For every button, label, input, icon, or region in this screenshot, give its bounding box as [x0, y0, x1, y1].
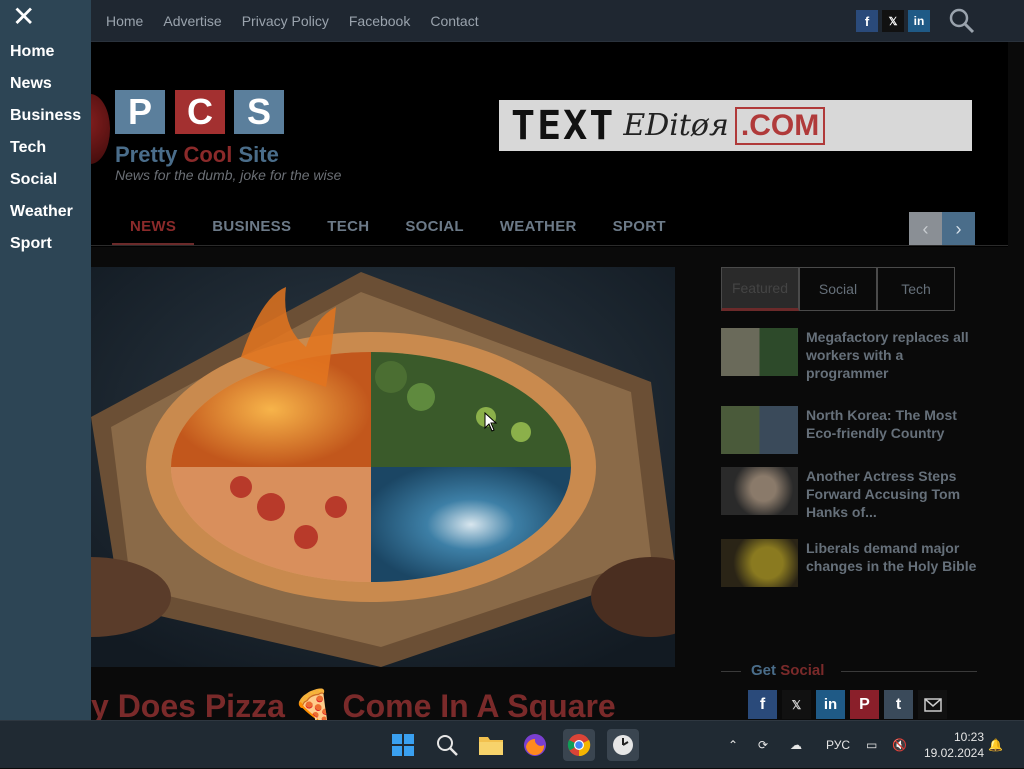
main-nav: NEWS BUSINESS TECH SOCIAL WEATHER SPORT: [112, 206, 684, 246]
hero-image[interactable]: [91, 267, 675, 667]
top-link-privacy[interactable]: Privacy Policy: [242, 13, 329, 29]
site-title-part-2: Cool: [183, 142, 233, 167]
menu-item-social[interactable]: Social: [10, 171, 57, 189]
search-taskbar-icon[interactable]: [431, 729, 463, 761]
menu-item-tech[interactable]: Tech: [10, 139, 46, 157]
get-social-heading: Get Social: [721, 662, 977, 680]
nav-prev-button[interactable]: ‹: [909, 212, 942, 246]
sync-icon[interactable]: ⟳: [758, 721, 768, 769]
site-header: P C S Pretty Cool Site News for the dumb…: [0, 42, 1008, 247]
article-headline[interactable]: y Does Pizza 🍕 Come In A Square: [91, 687, 616, 720]
volume-muted-icon[interactable]: 🔇: [892, 721, 907, 769]
facebook-share-icon[interactable]: f: [748, 690, 777, 719]
news-title[interactable]: Liberals demand major changes in the Hol…: [806, 539, 981, 587]
web-page: Home Advertise Privacy Policy Facebook C…: [0, 0, 1024, 720]
nav-next-button[interactable]: ›: [942, 212, 975, 246]
site-tagline: News for the dumb, joke for the wise: [115, 167, 342, 183]
nav-sport[interactable]: SPORT: [595, 206, 684, 246]
banner-text-3: .COM: [734, 106, 826, 145]
news-thumbnail: [721, 406, 798, 454]
clock-time: 10:23: [953, 730, 984, 744]
news-title[interactable]: Another Actress Steps Forward Accusing T…: [806, 467, 981, 521]
menu-item-home[interactable]: Home: [10, 43, 54, 61]
header-divider: [0, 245, 1008, 246]
divider-left: [721, 671, 741, 672]
nav-weather[interactable]: WEATHER: [482, 206, 595, 246]
menu-item-weather[interactable]: Weather: [10, 203, 73, 221]
site-title-part-3: Site: [232, 142, 279, 167]
file-explorer-icon[interactable]: [475, 729, 507, 761]
email-share-icon[interactable]: [918, 690, 947, 719]
side-news-item[interactable]: Liberals demand major changes in the Hol…: [721, 539, 981, 587]
firefox-icon[interactable]: [519, 729, 551, 761]
mouse-cursor-icon: [484, 412, 498, 432]
search-icon[interactable]: [948, 7, 976, 35]
close-icon[interactable]: ✕: [12, 3, 38, 31]
linkedin-share-icon[interactable]: in: [816, 690, 845, 719]
facebook-icon[interactable]: f: [856, 10, 878, 32]
x-icon[interactable]: 𝕏: [882, 10, 904, 32]
get-social-label: Get Social: [751, 662, 824, 679]
side-news-item[interactable]: Another Actress Steps Forward Accusing T…: [721, 467, 981, 521]
menu-item-sport[interactable]: Sport: [10, 235, 52, 253]
tumblr-share-icon[interactable]: t: [884, 690, 913, 719]
logo-letter-p[interactable]: P: [115, 90, 165, 134]
news-title[interactable]: North Korea: The Most Eco-friendly Count…: [806, 406, 981, 454]
x-share-icon[interactable]: 𝕏: [782, 690, 811, 719]
nav-tech[interactable]: TECH: [309, 206, 387, 246]
side-menu: ✕ Home News Business Tech Social Weather…: [0, 0, 91, 720]
ad-banner[interactable]: TEXT EDitøя .COM: [499, 100, 972, 151]
news-thumbnail: [721, 467, 798, 515]
site-title[interactable]: Pretty Cool Site: [115, 142, 279, 168]
notification-bell-icon[interactable]: 🔔: [988, 721, 1003, 769]
taskbar: ⌃ ⟳ ☁ РУС ▭ 🔇 10:23 19.02.2024 🔔: [0, 720, 1024, 768]
nav-social[interactable]: SOCIAL: [387, 206, 481, 246]
language-indicator[interactable]: РУС: [826, 721, 850, 769]
banner-text-1: TEXT: [511, 102, 616, 149]
top-link-home[interactable]: Home: [106, 13, 143, 29]
system-clock[interactable]: 10:23 19.02.2024: [918, 729, 984, 761]
side-tabs: Featured Social Tech: [721, 267, 955, 311]
top-bar: Home Advertise Privacy Policy Facebook C…: [0, 0, 1024, 42]
nav-arrows: ‹ ›: [909, 212, 975, 246]
nav-business[interactable]: BUSINESS: [194, 206, 309, 246]
share-icons: f 𝕏 in P t: [748, 690, 947, 719]
news-title[interactable]: Megafactory replaces all workers with a …: [806, 328, 981, 382]
banner-text-2: EDitøя: [623, 108, 729, 143]
top-link-advertise[interactable]: Advertise: [163, 13, 221, 29]
network-icon[interactable]: ▭: [866, 721, 877, 769]
top-link-contact[interactable]: Contact: [430, 13, 478, 29]
news-thumbnail: [721, 328, 798, 376]
logo-letter-s[interactable]: S: [234, 90, 284, 134]
menu-item-business[interactable]: Business: [10, 107, 81, 125]
tray-chevron-icon[interactable]: ⌃: [728, 721, 738, 769]
chrome-icon[interactable]: [563, 729, 595, 761]
site-title-part-1: Pretty: [115, 142, 184, 167]
nav-news[interactable]: NEWS: [112, 206, 195, 246]
logo-letter-c[interactable]: C: [175, 90, 225, 134]
windows-start-icon[interactable]: [387, 729, 419, 761]
menu-item-news[interactable]: News: [10, 75, 52, 93]
tab-featured[interactable]: Featured: [721, 267, 799, 311]
side-news-item[interactable]: North Korea: The Most Eco-friendly Count…: [721, 406, 981, 454]
clock-app-icon[interactable]: [607, 729, 639, 761]
news-thumbnail: [721, 539, 798, 587]
linkedin-icon[interactable]: in: [908, 10, 930, 32]
tab-social[interactable]: Social: [799, 267, 877, 311]
cloud-offline-icon[interactable]: ☁: [790, 721, 802, 769]
top-social-icons: f 𝕏 in: [856, 10, 930, 32]
clock-date: 19.02.2024: [923, 746, 984, 760]
top-link-facebook[interactable]: Facebook: [349, 13, 410, 29]
side-news-item[interactable]: Megafactory replaces all workers with a …: [721, 328, 981, 382]
get-social-label-2: Social: [780, 662, 825, 679]
top-links: Home Advertise Privacy Policy Facebook C…: [106, 0, 479, 42]
divider-right: [841, 671, 977, 672]
tab-tech[interactable]: Tech: [877, 267, 955, 311]
pinterest-share-icon[interactable]: P: [850, 690, 879, 719]
get-social-label-1: Get: [751, 662, 781, 679]
